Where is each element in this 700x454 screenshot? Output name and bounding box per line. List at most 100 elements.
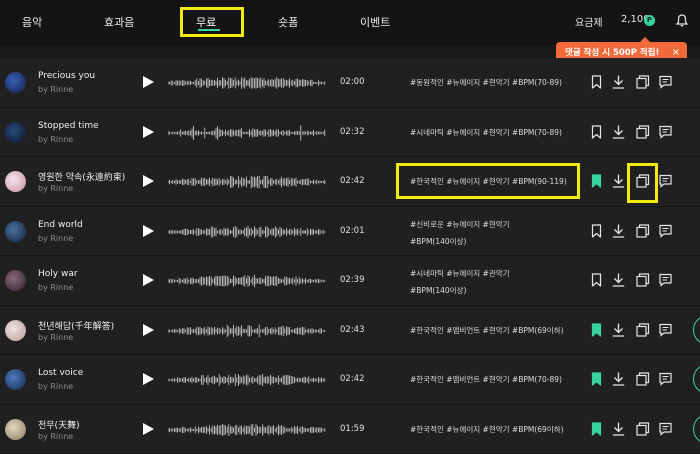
copy-icon[interactable]: [636, 174, 650, 188]
tag-line[interactable]: #BPM(140이상): [410, 282, 580, 299]
tag-line[interactable]: #한국적인 #앰비언트 #현악기 #BPM(70-89): [410, 371, 580, 388]
track-thumbnail[interactable]: [5, 319, 26, 341]
bookmark-filled-icon[interactable]: [591, 322, 602, 337]
copy-icon[interactable]: [636, 322, 650, 337]
track-thumbnail[interactable]: [5, 369, 26, 390]
play-icon[interactable]: [143, 373, 154, 385]
track-thumbnail[interactable]: [5, 171, 26, 192]
track-thumbnail[interactable]: [5, 121, 26, 143]
track-title[interactable]: Stopped time: [38, 121, 99, 131]
bookmark-icon[interactable]: [591, 273, 602, 287]
nav-shortform[interactable]: 숏폼: [278, 14, 298, 30]
comment-icon[interactable]: [659, 75, 672, 89]
comment-icon[interactable]: [659, 273, 672, 287]
comment-icon[interactable]: [659, 422, 672, 436]
track-title[interactable]: End world: [38, 220, 83, 230]
bookmark-icon[interactable]: [591, 75, 602, 89]
track-artist[interactable]: by Rinne: [38, 234, 73, 243]
bell-icon[interactable]: [676, 14, 688, 27]
nav-event[interactable]: 이벤트: [360, 14, 390, 30]
tag-line[interactable]: #신비로운 #뉴에이지 #현악기: [410, 216, 580, 233]
tag-line[interactable]: #시네마틱 #뉴에이지 #현악기 #BPM(70-89): [410, 124, 580, 141]
play-icon[interactable]: [143, 274, 154, 286]
nav-music[interactable]: 음악: [22, 14, 42, 30]
tag-line[interactable]: #한국적인 #앰비언트 #현악기 #BPM(69이하): [410, 322, 580, 339]
comment-icon[interactable]: [659, 125, 672, 139]
track-title[interactable]: Holy war: [38, 269, 78, 279]
track-artist[interactable]: by Rinne: [38, 85, 73, 94]
download-icon[interactable]: [612, 224, 625, 238]
copy-icon[interactable]: [636, 421, 650, 436]
track-row[interactable]: End world by Rinne 02:01 #신비로운 #뉴에이지 #현악기 #B…: [0, 206, 700, 256]
play-icon[interactable]: [143, 224, 154, 237]
side-action-button[interactable]: [693, 364, 700, 394]
track-title[interactable]: 영원한 약속(永遠約束): [38, 170, 125, 183]
tag-line[interactable]: #동원적인 #뉴에이지 #현악기 #BPM(70-89): [410, 74, 580, 91]
track-artist[interactable]: by Rinne: [38, 382, 73, 391]
copy-icon[interactable]: [636, 273, 650, 287]
side-action-button[interactable]: [693, 314, 700, 345]
nav-sound-effects[interactable]: 효과음: [104, 14, 134, 30]
waveform[interactable]: [168, 219, 326, 245]
side-action-button[interactable]: [693, 413, 700, 444]
track-title[interactable]: 천년해답(千年解答): [38, 319, 114, 332]
waveform[interactable]: [168, 70, 326, 96]
tag-line[interactable]: #BPM(140이상): [410, 233, 580, 250]
download-icon[interactable]: [612, 323, 625, 337]
track-row[interactable]: Lost voice by Rinne 02:42 #한국적인 #앰비언트 #현악기 …: [0, 355, 700, 405]
track-title[interactable]: Lost voice: [38, 368, 83, 378]
waveform[interactable]: [168, 417, 326, 443]
track-row[interactable]: Stopped time by Rinne 02:32 #시네마틱 #뉴에이지 #현악…: [0, 107, 700, 157]
nav-free[interactable]: 무료: [196, 14, 216, 30]
comment-icon[interactable]: [659, 224, 672, 238]
waveform[interactable]: [168, 268, 326, 294]
copy-icon[interactable]: [636, 223, 650, 238]
track-thumbnail[interactable]: [5, 418, 26, 440]
play-icon[interactable]: [143, 323, 154, 336]
bookmark-icon[interactable]: [591, 124, 602, 139]
pricing-link[interactable]: 요금제: [575, 14, 603, 29]
bookmark-filled-icon[interactable]: [591, 421, 602, 436]
waveform[interactable]: [168, 120, 326, 146]
copy-icon[interactable]: [636, 124, 650, 139]
play-icon[interactable]: [143, 76, 154, 88]
track-artist[interactable]: by Rinne: [38, 135, 73, 144]
track-title[interactable]: Precious you: [38, 71, 95, 81]
comment-icon[interactable]: [659, 323, 672, 337]
bookmark-icon[interactable]: [591, 223, 602, 238]
track-thumbnail[interactable]: [5, 72, 26, 93]
track-thumbnail[interactable]: [5, 270, 26, 291]
copy-icon[interactable]: [636, 372, 650, 386]
play-icon[interactable]: [143, 175, 154, 187]
track-row[interactable]: 영원한 약속(永遠約束) by Rinne 02:42 #한국적인 #뉴에이지 #현악…: [0, 157, 700, 207]
track-artist[interactable]: by Rinne: [38, 432, 73, 441]
download-icon[interactable]: [612, 422, 625, 436]
download-icon[interactable]: [612, 174, 625, 188]
track-title[interactable]: 천무(天舞): [38, 418, 80, 431]
track-row[interactable]: 천무(天舞) by Rinne 01:59 #한국적인 #뉴에이지 #현악기 #BPM…: [0, 404, 700, 454]
waveform[interactable]: [168, 318, 326, 344]
tag-line[interactable]: #한국적인 #뉴에이지 #현악기 #BPM(90-119): [410, 173, 580, 190]
track-row[interactable]: 천년해답(千年解答) by Rinne 02:43 #한국적인 #앰비언트 #현악기 …: [0, 305, 700, 355]
play-icon[interactable]: [143, 125, 154, 138]
tag-line[interactable]: #한국적인 #뉴에이지 #현악기 #BPM(69이하): [410, 421, 580, 438]
download-icon[interactable]: [612, 372, 625, 386]
comment-icon[interactable]: [659, 174, 672, 188]
track-row[interactable]: Precious you by Rinne 02:00 #동원적인 #뉴에이지 #현악…: [0, 58, 700, 108]
download-icon[interactable]: [612, 75, 625, 89]
play-icon[interactable]: [143, 422, 154, 435]
bookmark-filled-icon[interactable]: [591, 372, 602, 386]
track-artist[interactable]: by Rinne: [38, 184, 73, 193]
copy-icon[interactable]: [636, 75, 650, 89]
track-artist[interactable]: by Rinne: [38, 283, 73, 292]
waveform[interactable]: [168, 367, 326, 393]
track-thumbnail[interactable]: [5, 220, 26, 242]
download-icon[interactable]: [612, 125, 625, 139]
comment-icon[interactable]: [659, 372, 672, 386]
download-icon[interactable]: [612, 273, 625, 287]
bookmark-filled-icon[interactable]: [591, 174, 602, 188]
tag-line[interactable]: #시네마틱 #뉴에이지 #관악기: [410, 265, 580, 282]
waveform[interactable]: [168, 169, 326, 195]
track-row[interactable]: Holy war by Rinne 02:39 #시네마틱 #뉴에이지 #관악기 #BP…: [0, 256, 700, 306]
track-artist[interactable]: by Rinne: [38, 333, 73, 342]
